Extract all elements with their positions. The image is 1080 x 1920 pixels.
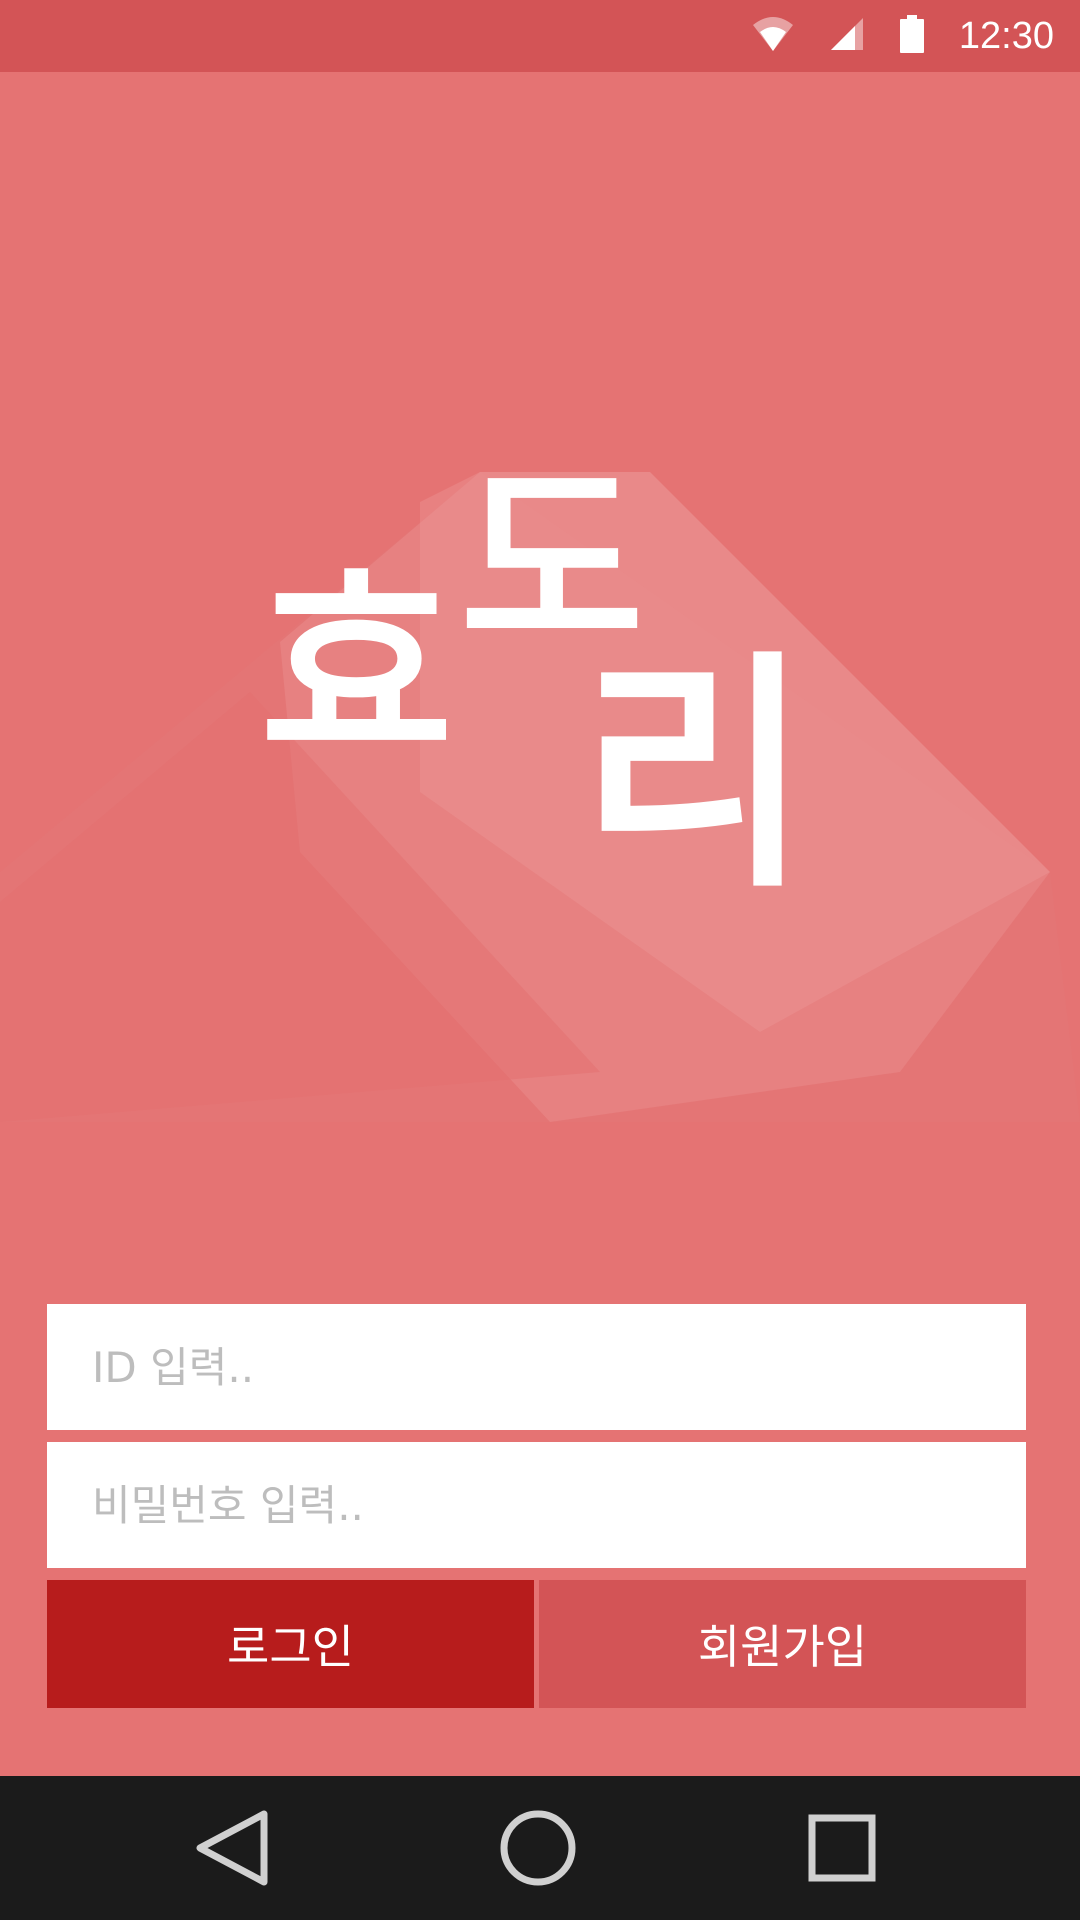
signup-button[interactable]: 회원가입 [539, 1580, 1026, 1708]
login-button-label: 로그인 [227, 1620, 354, 1674]
battery-icon [899, 15, 925, 57]
app-logo: 효 도 리 [0, 72, 1080, 1122]
logo-char-3: 리 [580, 627, 810, 921]
id-input[interactable] [47, 1304, 1026, 1430]
status-bar: 12:30 [0, 0, 1080, 72]
signup-button-label: 회원가입 [697, 1620, 868, 1674]
home-icon[interactable] [496, 1806, 580, 1890]
status-time: 12:30 [958, 14, 1054, 57]
password-input[interactable] [47, 1442, 1026, 1568]
back-icon[interactable] [190, 1806, 274, 1890]
wifi-icon [751, 15, 795, 57]
signal-icon [829, 16, 865, 56]
navigation-bar [0, 1776, 1080, 1920]
login-button[interactable]: 로그인 [47, 1580, 534, 1708]
logo-char-1: 효 [260, 545, 453, 792]
login-screen: 효 도 리 로그인 회원가입 [0, 72, 1080, 1776]
recents-icon[interactable] [800, 1806, 884, 1890]
